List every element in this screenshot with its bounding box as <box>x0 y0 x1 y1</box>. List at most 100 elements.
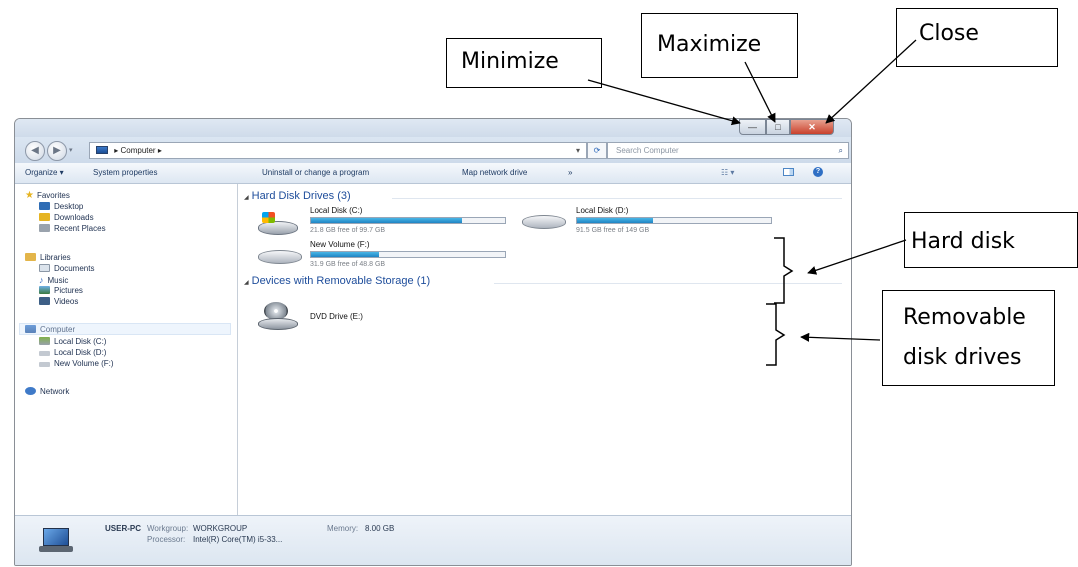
removable-group-label: Devices with Removable Storage (1) <box>251 275 431 287</box>
nav-recent-label: Recent Places <box>54 224 106 233</box>
nav-downloads-label: Downloads <box>54 213 94 222</box>
search-placeholder: Search Computer <box>616 146 679 155</box>
system-properties-button[interactable]: System properties <box>93 168 157 177</box>
back-button[interactable]: ◀ <box>25 141 45 161</box>
drive-c-usage-fill <box>311 218 463 223</box>
nav-local-disk-c[interactable]: Local Disk (C:) <box>39 337 106 346</box>
removable-group-header[interactable]: ◢ Devices with Removable Storage (1) <box>244 275 430 287</box>
memory-value: 8.00 GB <box>365 524 395 533</box>
hard-disk-group-header[interactable]: ◢ Hard Disk Drives (3) <box>244 190 351 202</box>
pc-name: USER-PC <box>105 524 142 533</box>
nav-recent-places[interactable]: Recent Places <box>39 224 106 233</box>
nav-libraries-label: Libraries <box>40 253 71 262</box>
group-divider <box>392 198 842 199</box>
hard-disk-c-icon <box>39 337 50 345</box>
nav-videos-label: Videos <box>54 297 79 306</box>
nav-favorites[interactable]: ★ Favorites <box>25 190 70 201</box>
search-icon: ⌕ <box>838 146 843 155</box>
memory-label: Memory: <box>327 524 359 533</box>
maximize-callout: Maximize <box>641 13 798 78</box>
drive-c-name: Local Disk (C:) <box>310 206 363 215</box>
details-pane: USER-PC Workgroup: WORKGROUP Memory: 8.0… <box>15 515 851 565</box>
workgroup-value: WORKGROUP <box>193 524 248 533</box>
collapse-icon: ◢ <box>244 280 249 286</box>
explorer-window: — □ ✕ ◀ ▶ ▾ ▸ Computer ▸ ▾ ⟳ Search Comp… <box>14 118 852 566</box>
desktop-icon <box>39 202 50 210</box>
hard-disk-group-label: Hard Disk Drives (3) <box>251 190 351 202</box>
computer-icon <box>96 146 108 154</box>
nav-documents[interactable]: Documents <box>39 264 94 273</box>
hard-disk-callout-label: Hard disk <box>911 229 1015 254</box>
recent-places-icon <box>39 224 50 232</box>
hard-disk-callout: Hard disk <box>904 212 1078 268</box>
content-pane: ◢ Hard Disk Drives (3) Local Disk (C:) 21… <box>238 184 851 515</box>
address-dropdown-icon[interactable]: ▾ <box>576 143 580 158</box>
forward-button[interactable]: ▶ <box>47 141 67 161</box>
drive-f-usage-bar <box>310 251 506 258</box>
nav-pictures-label: Pictures <box>54 286 83 295</box>
hard-disk-windows-icon <box>258 221 298 235</box>
computer-icon <box>39 528 73 552</box>
libraries-icon <box>25 253 36 261</box>
drive-d-usage-bar <box>576 217 772 224</box>
more-commands-button[interactable]: » <box>568 168 572 177</box>
processor-label: Processor: <box>147 535 186 544</box>
hard-disk-icon <box>258 250 302 264</box>
drive-d-usage-fill <box>577 218 653 223</box>
uninstall-program-button[interactable]: Uninstall or change a program <box>262 168 369 177</box>
nav-downloads[interactable]: Downloads <box>39 213 94 222</box>
address-bar[interactable]: ▸ Computer ▸ ▾ <box>89 142 587 159</box>
hard-disk-d-icon <box>39 351 50 356</box>
map-network-drive-button[interactable]: Map network drive <box>462 168 527 177</box>
organize-button[interactable]: Organize ▾ <box>25 168 64 177</box>
command-bar: Organize ▾ System properties Uninstall o… <box>15 163 851 184</box>
change-view-icon[interactable]: ☷ ▾ <box>721 168 734 177</box>
nav-music[interactable]: ♪ Music <box>39 275 68 285</box>
hard-disk-f-icon <box>39 362 50 367</box>
drive-f-name: New Volume (F:) <box>310 240 370 249</box>
nav-desktop-label: Desktop <box>54 202 84 211</box>
maximize-callout-label: Maximize <box>657 32 762 57</box>
refresh-icon[interactable]: ⟳ <box>587 142 607 159</box>
drive-f-free: 31.9 GB free of 48.8 GB <box>310 261 386 268</box>
music-icon: ♪ <box>39 275 44 285</box>
workgroup-label: Workgroup: <box>147 524 189 533</box>
dvd-drive-icon <box>258 302 298 332</box>
nav-videos[interactable]: Videos <box>39 297 78 306</box>
removable-callout-line1: Removable <box>903 305 1026 330</box>
nav-libraries[interactable]: Libraries <box>25 253 71 262</box>
collapse-icon: ◢ <box>244 195 249 201</box>
nav-pictures[interactable]: Pictures <box>39 286 83 295</box>
search-input[interactable]: Search Computer ⌕ <box>607 142 849 159</box>
minimize-button[interactable]: — <box>739 119 766 135</box>
processor-value: Intel(R) Core(TM) i5-33... <box>193 535 283 544</box>
nav-local-d-label: Local Disk (D:) <box>54 348 107 357</box>
close-callout-label: Close <box>919 21 979 46</box>
drive-d-name: Local Disk (D:) <box>576 206 629 215</box>
pictures-icon <box>39 286 50 294</box>
nav-local-c-label: Local Disk (C:) <box>54 337 107 346</box>
drive-f-usage-fill <box>311 252 379 257</box>
removable-brace <box>766 303 786 366</box>
drive-c-free: 21.8 GB free of 99.7 GB <box>310 227 386 234</box>
nav-network[interactable]: Network <box>25 387 69 396</box>
preview-pane-icon[interactable] <box>783 168 794 176</box>
minimize-leader <box>587 79 741 126</box>
maximize-button[interactable]: □ <box>766 119 790 135</box>
close-button[interactable]: ✕ <box>790 119 834 135</box>
drive-c-usage-bar <box>310 217 506 224</box>
navigation-pane: ★ Favorites Desktop Downloads Recent Plac… <box>15 184 238 515</box>
address-path: ▸ Computer ▸ <box>114 146 162 155</box>
drive-d-free: 91.5 GB free of 149 GB <box>576 227 650 234</box>
hard-disk-brace <box>774 237 794 304</box>
nav-computer-selection <box>19 323 231 335</box>
recent-pages-dropdown[interactable]: ▾ <box>69 146 73 154</box>
nav-new-volume-f[interactable]: New Volume (F:) <box>39 359 114 368</box>
nav-new-volume-label: New Volume (F:) <box>54 359 114 368</box>
nav-local-disk-d[interactable]: Local Disk (D:) <box>39 348 106 357</box>
nav-music-label: Music <box>47 276 69 285</box>
help-icon[interactable]: ? <box>813 167 823 177</box>
address-row: ◀ ▶ ▾ ▸ Computer ▸ ▾ ⟳ Search Computer ⌕ <box>15 137 851 163</box>
nav-desktop[interactable]: Desktop <box>39 202 83 211</box>
nav-documents-label: Documents <box>54 264 95 273</box>
